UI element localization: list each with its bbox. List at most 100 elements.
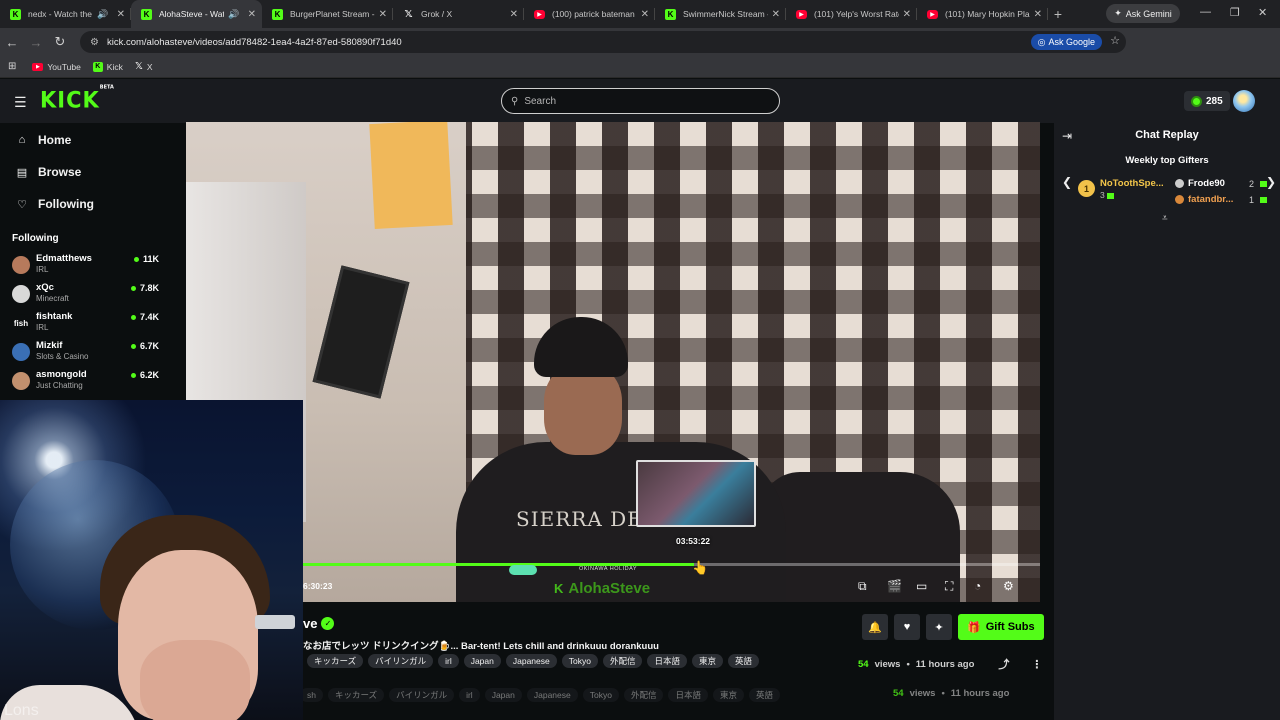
close-icon[interactable]: ✕ xyxy=(117,9,125,20)
tab-title: (101) Mary Hopkin Pla xyxy=(945,9,1030,19)
clip-icon[interactable]: 🎬 xyxy=(887,579,902,593)
site-info-icon[interactable]: ⚙ xyxy=(90,37,99,48)
forward-arrow-icon[interactable]: → xyxy=(24,35,48,50)
gifter-row[interactable]: fatandbr... 1 xyxy=(1175,194,1267,205)
browse-icon: ▤ xyxy=(16,166,28,179)
tab-mary-hopkin[interactable]: ▶ (101) Mary Hopkin Pla ✕ xyxy=(917,0,1048,28)
channel-points-badge[interactable]: 285 xyxy=(1184,91,1230,111)
apps-grid-icon[interactable]: ⊞ xyxy=(8,61,16,72)
expand-gifters-icon[interactable]: ⩡ xyxy=(1162,213,1168,224)
close-icon[interactable]: ✕ xyxy=(641,9,649,20)
viewer-count: 7.4K xyxy=(131,312,159,322)
tag-chip[interactable]: Japan xyxy=(463,654,501,668)
tab-patrick-bateman[interactable]: ▶ (100) patrick bateman ✕ xyxy=(524,0,655,28)
tag-chip[interactable]: 東京 xyxy=(692,654,724,668)
sub-gift-icon xyxy=(1260,180,1267,187)
close-icon[interactable]: ✕ xyxy=(903,9,911,20)
theater-mode-icon[interactable]: ▭ xyxy=(916,579,927,593)
fullscreen-icon[interactable]: ⛶ xyxy=(945,579,953,594)
tag-chip[interactable]: irl xyxy=(438,654,459,668)
tab-yelp[interactable]: ▶ (101) Yelp's Worst Rate ✕ xyxy=(786,0,917,28)
following-channel-mizkif[interactable]: Mizkif Slots & Casino 6.7K xyxy=(12,340,162,368)
tab-grok[interactable]: 𝕏 Grok / X ✕ xyxy=(393,0,524,28)
close-icon[interactable]: ✕ xyxy=(772,9,780,20)
youtube-favicon-icon: ▶ xyxy=(32,62,44,71)
following-section-title: Following xyxy=(12,233,59,244)
bookmark-x[interactable]: 𝕏 X xyxy=(135,61,153,72)
video-meta: 54 views • 11 hours ago ⤴ ⋮ xyxy=(858,656,1042,672)
follow-heart-button[interactable]: ♥ xyxy=(894,614,920,640)
chevron-left-icon[interactable]: ❮ xyxy=(1062,175,1072,189)
channel-name-row[interactable]: ve ✓ xyxy=(303,616,335,631)
channel-watermark: K AlohaSteve xyxy=(554,580,650,597)
channel-name: fishtank xyxy=(36,311,73,322)
watermark-text: AlohaSteve xyxy=(568,580,651,597)
close-icon[interactable]: ✕ xyxy=(1034,9,1042,20)
gifter-count: 2 xyxy=(1248,178,1254,189)
miniplayer-icon[interactable]: ⧉ xyxy=(858,579,867,594)
new-tab-button[interactable]: + xyxy=(1048,6,1068,22)
reload-icon[interactable]: ↻ xyxy=(48,34,72,50)
channel-name: Mizkif xyxy=(36,340,63,351)
following-channel-xqc[interactable]: xQc Minecraft 7.8K xyxy=(12,282,162,310)
home-icon: ⌂ xyxy=(18,134,26,146)
ask-gemini-label: Ask Gemini xyxy=(1125,8,1172,19)
sidebar-item-home[interactable]: ⌂ Home xyxy=(16,133,72,147)
video-player[interactable]: SIERRA DESIGNS 03:53:22 OKINAWA HOLIDAY … xyxy=(186,122,1040,602)
channel-name: ve xyxy=(303,616,318,631)
speaker-icon[interactable]: 🔊 xyxy=(97,9,108,20)
tag-chip[interactable]: Japanese xyxy=(505,654,557,668)
notification-bell-button[interactable]: 🔔 xyxy=(862,614,888,640)
back-arrow-icon[interactable]: ← xyxy=(0,35,24,50)
person-beanie xyxy=(534,317,628,377)
tab-burgerplanet[interactable]: K BurgerPlanet Stream - ✕ xyxy=(262,0,393,28)
share-icon[interactable]: ⤴ xyxy=(998,656,1009,672)
tag-chip[interactable]: バイリンガル xyxy=(368,654,434,668)
ask-google-button[interactable]: ◎ Ask Google xyxy=(1030,34,1102,50)
bookmark-star-icon[interactable]: ☆ xyxy=(1110,34,1120,47)
hamburger-menu-icon[interactable]: ☰ xyxy=(14,94,27,111)
chevron-right-icon[interactable]: ❯ xyxy=(1266,175,1276,189)
user-avatar[interactable] xyxy=(1233,90,1255,112)
tag-chip[interactable]: Tokyo xyxy=(561,654,598,668)
tag-chip[interactable]: 英語 xyxy=(728,654,760,668)
tag-chip[interactable]: 外配信 xyxy=(602,654,643,668)
seek-preview-thumbnail xyxy=(636,460,756,527)
playback-speed-icon[interactable]: ◔ xyxy=(974,579,981,593)
sparkle-button[interactable]: ✦ xyxy=(926,614,952,640)
settings-gear-icon[interactable]: ⚙ xyxy=(1003,579,1014,593)
channel-category: Minecraft xyxy=(36,294,69,303)
top-gifter[interactable]: 1 NoToothSpe... 3 xyxy=(1078,178,1164,200)
tag-chip[interactable]: キッカーズ xyxy=(307,654,364,668)
sidebar-item-following[interactable]: ♡ Following xyxy=(16,197,94,211)
close-icon[interactable]: ✕ xyxy=(510,9,518,20)
close-icon[interactable]: ✕ xyxy=(379,9,387,20)
ghost-tag-chip: バイリンガル xyxy=(389,688,455,702)
gifter-row[interactable]: Frode90 2 xyxy=(1175,178,1267,189)
more-options-icon[interactable]: ⋮ xyxy=(1031,658,1042,671)
kick-logo[interactable]: KICKBETA xyxy=(40,84,114,112)
url-bar[interactable]: ⚙ kick.com/alohasteve/videos/add78482-1e… xyxy=(80,31,1126,53)
seek-bar[interactable] xyxy=(303,563,1040,566)
sidebar-item-browse[interactable]: ▤ Browse xyxy=(16,165,82,179)
following-channel-asmongold[interactable]: asmongold Just Chatting 6.2K xyxy=(12,369,162,397)
close-icon[interactable]: ✕ xyxy=(248,9,256,20)
following-channel-fishtank[interactable]: fish fishtank IRL 7.4K xyxy=(12,311,162,339)
bookmark-kick[interactable]: K Kick xyxy=(92,61,123,72)
tab-nedx[interactable]: K nedx - Watch the V 🔊 ✕ xyxy=(0,0,131,28)
mouse-pointer-icon: 👆 xyxy=(692,560,709,575)
ask-gemini-button[interactable]: ✦ Ask Gemini xyxy=(1106,4,1180,23)
restore-icon[interactable]: ❐ xyxy=(1230,6,1240,19)
speaker-icon[interactable]: 🔊 xyxy=(228,9,239,20)
gift-subs-button[interactable]: 🎁 Gift Subs xyxy=(958,614,1044,640)
tab-alohasteve[interactable]: K AlohaSteve - Watch 🔊 ✕ xyxy=(131,0,262,28)
following-channel-edmatthews[interactable]: Edmatthews IRL 11K xyxy=(12,253,162,281)
minimize-icon[interactable]: — xyxy=(1200,6,1211,18)
window-close-icon[interactable]: ✕ xyxy=(1258,6,1267,19)
tab-swimmernick[interactable]: K SwimmerNick Stream - ✕ xyxy=(655,0,786,28)
bookmark-youtube[interactable]: ▶ YouTube xyxy=(32,62,81,72)
points-count: 285 xyxy=(1206,95,1223,107)
tag-chip[interactable]: 日本語 xyxy=(647,654,687,668)
search-input[interactable]: ⚲ Search xyxy=(501,88,780,114)
progress-highlight-chip xyxy=(509,565,537,575)
